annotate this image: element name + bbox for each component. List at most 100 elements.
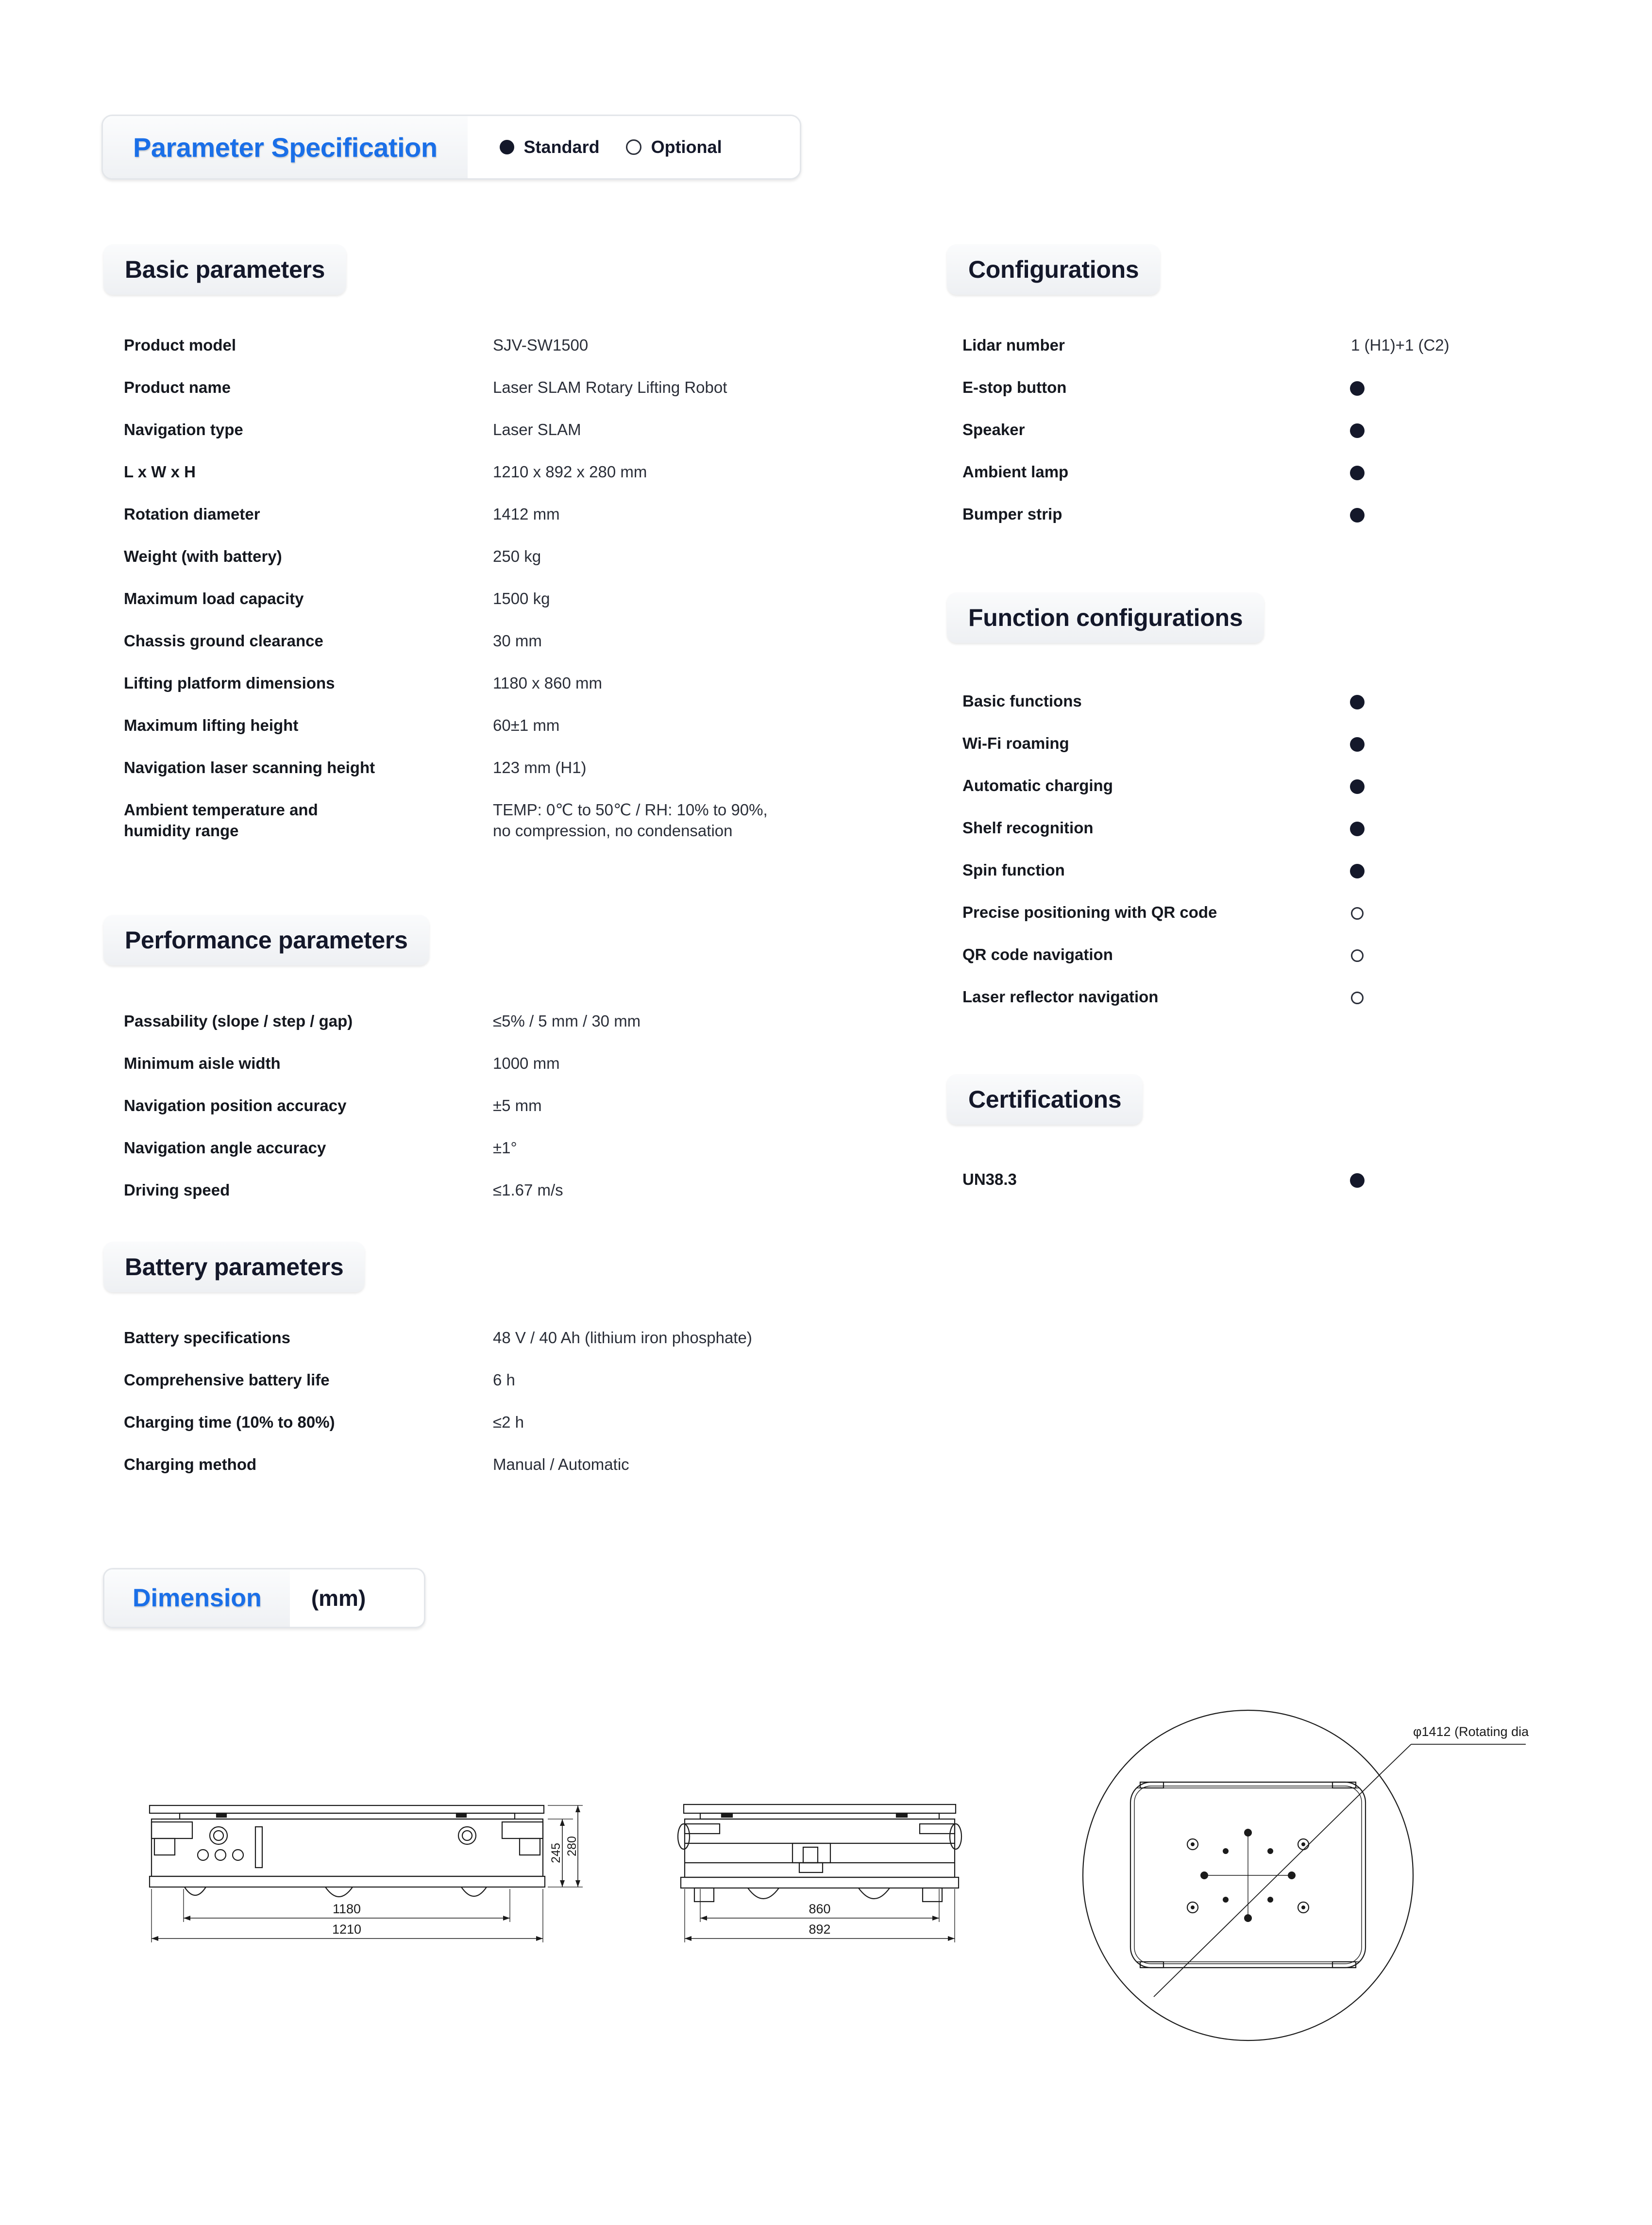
legend-standard: Standard	[499, 137, 600, 157]
section-header-basic-parameters: Basic parameters	[103, 244, 347, 295]
row-label: Laser reflector navigation	[962, 988, 1159, 1006]
filled-dot-icon	[1350, 423, 1365, 438]
section-title: Performance parameters	[125, 927, 408, 954]
dimension-unit: (mm)	[311, 1585, 366, 1611]
row-label: Charging method	[124, 1455, 257, 1473]
hollow-circle-icon	[1351, 992, 1364, 1004]
row-label: Precise positioning with QR code	[962, 903, 1217, 921]
filled-dot-icon	[1350, 1173, 1365, 1188]
row-value: 1000 mm	[493, 1054, 560, 1072]
table-row-wifi-roaming: Wi-Fi roaming	[962, 733, 1365, 754]
row-label: E-stop button	[962, 378, 1067, 396]
table-row-weight: Weight (with battery) 250 kg	[124, 546, 541, 567]
table-row-max-load: Maximum load capacity 1500 kg	[124, 589, 550, 609]
row-label: Maximum load capacity	[124, 590, 304, 607]
filled-dot-icon	[1350, 381, 1365, 396]
row-label: L x W x H	[124, 463, 196, 481]
row-value: 1180 x 860 mm	[493, 674, 603, 692]
table-row-lidar-number: Lidar number 1 (H1)+1 (C2)	[962, 335, 1450, 356]
dimension-title-block: Dimension	[104, 1569, 290, 1627]
filled-dot-icon	[1350, 779, 1365, 794]
hollow-circle-icon	[1351, 907, 1364, 920]
section-header-certifications: Certifications	[947, 1074, 1143, 1125]
row-label: Automatic charging	[962, 776, 1113, 794]
row-label: Bumper strip	[962, 505, 1062, 523]
legend-standard-label: Standard	[523, 137, 600, 157]
table-row-un383: UN38.3	[962, 1169, 1365, 1190]
table-row-spin-function: Spin function	[962, 860, 1365, 881]
table-row-estop-button: E-stop button	[962, 377, 1365, 398]
row-label: Wi-Fi roaming	[962, 734, 1069, 752]
table-row-max-lifting-height: Maximum lifting height 60±1 mm	[124, 715, 559, 736]
section-title: Configurations	[968, 256, 1139, 283]
table-row-automatic-charging: Automatic charging	[962, 775, 1365, 796]
side-view-length-inner: 1180	[333, 1902, 361, 1916]
front-view-width-inner: 860	[809, 1902, 830, 1916]
row-value: 6 h	[493, 1371, 515, 1389]
filled-dot-icon	[1350, 508, 1365, 523]
row-label: Driving speed	[124, 1181, 230, 1199]
table-row-navigation-type: Navigation type Laser SLAM	[124, 420, 581, 440]
row-value: 1 (H1)+1 (C2)	[1351, 336, 1450, 354]
row-label: Navigation laser scanning height	[124, 759, 375, 776]
table-row-laser-reflector-navigation: Laser reflector navigation	[962, 987, 1364, 1008]
row-label: Speaker	[962, 421, 1025, 438]
row-value: ≤5% / 5 mm / 30 mm	[493, 1012, 641, 1030]
rotating-diameter-label: φ1412 (Rotating diameter)	[1413, 1724, 1530, 1739]
hollow-circle-icon	[625, 139, 641, 155]
row-value: 250 kg	[493, 547, 541, 565]
front-view-width-outer: 892	[809, 1922, 830, 1937]
row-label: Minimum aisle width	[124, 1054, 281, 1072]
legend-optional-label: Optional	[651, 137, 722, 157]
section-header-function-configurations: Function configurations	[947, 592, 1264, 643]
filled-dot-icon	[1350, 466, 1365, 480]
row-value: 60±1 mm	[493, 716, 560, 734]
row-value: ≤1.67 m/s	[493, 1181, 563, 1199]
row-value: ≤2 h	[493, 1413, 524, 1431]
table-row-lifting-platform: Lifting platform dimensions 1180 x 860 m…	[124, 673, 602, 694]
row-value: SJV-SW1500	[493, 336, 589, 354]
dimension-title: Dimension	[133, 1584, 262, 1612]
row-label: Basic functions	[962, 692, 1082, 710]
banner-angled-edge	[756, 116, 800, 178]
table-row-lwh: L x W x H 1210 x 892 x 280 mm	[124, 462, 647, 483]
table-row-battery-life: Comprehensive battery life 6 h	[124, 1370, 515, 1391]
table-row-laser-scan-height: Navigation laser scanning height 123 mm …	[124, 758, 587, 778]
filled-dot-icon	[1350, 864, 1365, 878]
section-title: Battery parameters	[125, 1253, 344, 1281]
row-label: Charging time (10% to 80%)	[124, 1413, 335, 1431]
dimension-banner: Dimension (mm)	[103, 1568, 426, 1628]
table-row-battery-specifications: Battery specifications 48 V / 40 Ah (lit…	[124, 1328, 752, 1348]
row-label: Lidar number	[962, 336, 1065, 354]
row-label: Chassis ground clearance	[124, 632, 323, 650]
table-row-rotation-diameter: Rotation diameter 1412 mm	[124, 504, 560, 525]
row-value: 1500 kg	[493, 590, 550, 607]
legend-group: Standard Optional	[467, 116, 756, 178]
filled-dot-icon	[499, 140, 514, 154]
table-row-charging-method: Charging method Manual / Automatic	[124, 1454, 629, 1475]
table-row-ambient-lamp: Ambient lamp	[962, 462, 1365, 483]
row-label: Navigation type	[124, 421, 243, 438]
row-label: Passability (slope / step / gap)	[124, 1012, 353, 1030]
filled-dot-icon	[1350, 737, 1365, 752]
row-value: 48 V / 40 Ah (lithium iron phosphate)	[493, 1329, 752, 1347]
dimension-unit-block: (mm)	[289, 1569, 386, 1627]
table-row-driving-speed: Driving speed ≤1.67 m/s	[124, 1180, 563, 1201]
row-value: 1210 x 892 x 280 mm	[493, 463, 647, 481]
section-header-battery-parameters: Battery parameters	[103, 1242, 365, 1292]
table-row-passability: Passability (slope / step / gap) ≤5% / 5…	[124, 1011, 641, 1032]
row-label: Product name	[124, 378, 231, 396]
row-label: Comprehensive battery life	[124, 1371, 330, 1389]
table-row-speaker: Speaker	[962, 420, 1365, 440]
top-view-drawing: φ1412 (Rotating diameter)	[1039, 1636, 1530, 2073]
table-row-shelf-recognition: Shelf recognition	[962, 818, 1365, 839]
filled-dot-icon	[1350, 695, 1365, 709]
row-value: Manual / Automatic	[493, 1455, 629, 1473]
table-row-product-name: Product name Laser SLAM Rotary Lifting R…	[124, 377, 727, 398]
side-view-drawing: 1180 1210 245 280	[121, 1797, 583, 1952]
table-row-ambient-temp-humidity: Ambient temperature and humidity range T…	[124, 800, 768, 842]
table-row-precise-positioning-qr: Precise positioning with QR code	[962, 902, 1364, 923]
row-value: 30 mm	[493, 632, 542, 650]
dimension-banner-angled-edge	[385, 1569, 424, 1627]
section-header-configurations: Configurations	[947, 244, 1161, 295]
